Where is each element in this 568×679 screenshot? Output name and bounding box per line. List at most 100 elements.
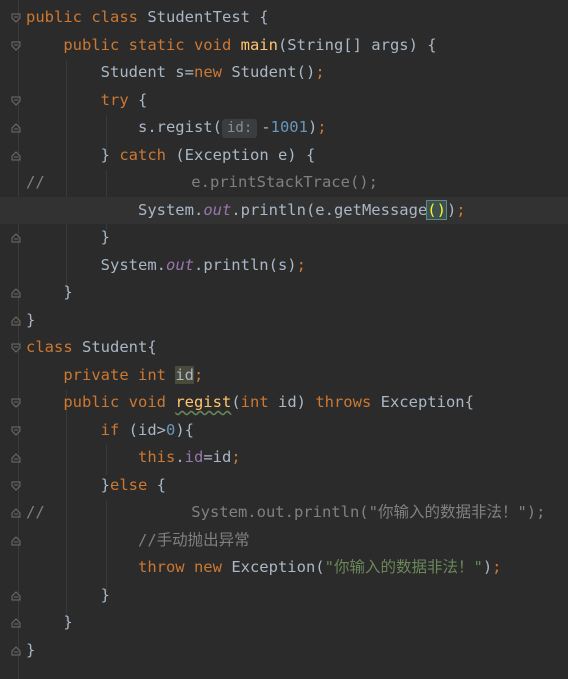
code-line[interactable]: } [0, 609, 568, 637]
code-line[interactable]: this.id=id; [0, 444, 568, 472]
code-line[interactable]: public static void main(String[] args) { [0, 32, 568, 60]
code-line[interactable]: // e.printStackTrace(); [0, 169, 568, 197]
code-text: } [26, 609, 73, 637]
code-line[interactable]: } [0, 279, 568, 307]
code-line[interactable]: private int id; [0, 362, 568, 390]
code-line[interactable]: s.regist(id: -1001); [0, 114, 568, 142]
code-line[interactable]: System.out.println(s); [0, 252, 568, 280]
code-text: class Student{ [26, 334, 157, 362]
code-token: "你输入的数据非法！" [324, 558, 483, 576]
fold-close-icon[interactable] [11, 508, 21, 518]
code-token: { [137, 90, 148, 109]
fold-close-icon[interactable] [11, 315, 21, 326]
code-token: else [110, 475, 157, 494]
code-line[interactable]: } catch (Exception e) { [0, 142, 568, 170]
code-token: ; [231, 448, 241, 466]
fold-open-icon[interactable] [11, 481, 21, 491]
code-token: main [240, 35, 278, 54]
code-token: ; [456, 200, 466, 219]
code-token: System.out.println("你输入的数据非法！"); [42, 503, 546, 521]
code-token: } [26, 283, 73, 301]
code-text: Student s=new Student(); [26, 59, 325, 87]
code-token: System. [26, 255, 166, 274]
code-token: id [175, 365, 194, 384]
code-token: } [26, 613, 73, 631]
code-text: this.id=id; [26, 444, 241, 472]
code-line[interactable]: System.out.println(e.getMessage()); [0, 196, 568, 224]
code-token: } [26, 228, 110, 246]
code-lines[interactable]: public class StudentTest { public static… [0, 4, 568, 664]
fold-open-icon[interactable] [11, 41, 21, 51]
code-line[interactable]: // System.out.println("你输入的数据非法！"); [0, 499, 568, 527]
code-token: //手动抛出异常 [137, 530, 250, 549]
fold-open-icon[interactable] [11, 13, 21, 23]
fold-open-icon[interactable] [11, 96, 21, 106]
code-token: ; [492, 558, 502, 576]
fold-open-icon[interactable] [11, 343, 21, 353]
code-text: try { [26, 87, 148, 115]
code-token: { [156, 475, 167, 494]
code-token: throws [315, 393, 381, 411]
code-token: ){ [175, 420, 194, 439]
code-token: .println(e.getMessage [231, 200, 428, 219]
code-token: ( [231, 393, 241, 411]
code-token: ; [296, 255, 306, 274]
code-line[interactable]: } [0, 224, 568, 252]
fold-close-icon[interactable] [11, 233, 21, 243]
fold-close-icon[interactable] [11, 618, 21, 628]
code-token: } [26, 145, 120, 164]
fold-close-icon[interactable] [11, 288, 21, 298]
code-line[interactable]: try { [0, 87, 568, 115]
code-text: //手动抛出异常 [26, 527, 250, 555]
code-line[interactable]: if (id>0){ [0, 417, 568, 445]
code-token: ; [193, 365, 204, 384]
code-token: (id> [128, 420, 166, 439]
code-text: } catch (Exception e) { [26, 142, 316, 170]
code-line[interactable]: //手动抛出异常 [0, 527, 568, 555]
code-token: public void [63, 393, 176, 411]
code-text: }else { [26, 472, 166, 500]
code-line[interactable]: class Student{ [0, 334, 568, 362]
code-token: class [26, 338, 82, 356]
code-token: try [100, 90, 138, 109]
fold-close-icon[interactable] [11, 645, 21, 656]
code-token: () [426, 199, 447, 220]
code-line[interactable]: } [0, 637, 568, 665]
code-token: regist [175, 393, 232, 411]
fold-open-icon[interactable] [11, 426, 21, 436]
fold-close-icon[interactable] [11, 150, 21, 161]
code-token: Student{ [82, 338, 157, 356]
code-line[interactable]: public class StudentTest { [0, 4, 568, 32]
code-text: public class StudentTest { [26, 4, 269, 32]
code-token: } [26, 475, 110, 494]
code-token: Exception{ [380, 393, 474, 411]
code-token: (String[] args) { [277, 35, 437, 54]
code-line[interactable]: public void regist(int id) throws Except… [0, 389, 568, 417]
fold-close-icon[interactable] [11, 590, 21, 601]
fold-close-icon[interactable] [11, 123, 21, 133]
code-token: ) [307, 118, 318, 136]
code-text: public void regist(int id) throws Except… [26, 389, 474, 417]
fold-close-icon[interactable] [11, 535, 21, 546]
fold-close-icon[interactable] [11, 453, 21, 463]
code-line[interactable]: } [0, 582, 568, 610]
code-line[interactable]: Student s=new Student(); [0, 59, 568, 87]
code-token: StudentTest { [147, 8, 269, 26]
fold-open-icon[interactable] [11, 398, 21, 408]
code-token: new [193, 63, 232, 81]
code-token: Exception( [231, 558, 325, 576]
code-text: } [26, 279, 73, 307]
code-text: e.printStackTrace(); [42, 169, 378, 197]
code-editor[interactable]: public class StudentTest { public static… [0, 0, 568, 679]
code-token: this [137, 448, 176, 466]
parameter-hint: id: [221, 119, 258, 138]
code-token: throw new [137, 558, 232, 576]
code-line[interactable]: }else { [0, 472, 568, 500]
code-line[interactable]: throw new Exception("你输入的数据非法！"); [0, 554, 568, 582]
code-text: private int id; [26, 362, 203, 390]
code-line[interactable]: } [0, 307, 568, 335]
